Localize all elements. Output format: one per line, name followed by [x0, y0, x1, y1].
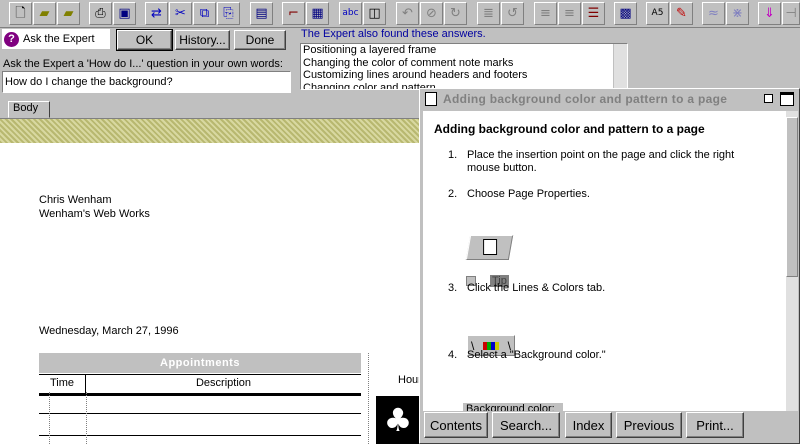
panel-scrollbar[interactable] [786, 111, 798, 411]
background-color-image: Background color: [463, 403, 563, 411]
expert-help-panel: Adding background color and pattern to a… [419, 88, 800, 444]
copy-icon[interactable]: ⧉ [193, 2, 216, 25]
ok-button[interactable]: OK [116, 29, 173, 51]
abc-spellcheck-icon[interactable]: abc [339, 2, 362, 25]
also-found-label: The Expert also found these answers. [301, 28, 486, 40]
step-text: Choose Page Properties. [467, 188, 590, 200]
scrollbar-thumb[interactable] [786, 117, 798, 277]
list-icon[interactable]: ☰ [582, 2, 605, 25]
ask-expert-title: Ask the Expert [23, 33, 95, 45]
step-text: Select a "Background color." [467, 349, 606, 361]
ask-expert-label: ? Ask the Expert [2, 29, 110, 49]
panel-title-bar[interactable]: Adding background color and pattern to a… [420, 89, 799, 109]
table-rule [39, 393, 361, 396]
answers-list: Positioning a layered frame Changing the… [300, 43, 628, 90]
description-column-header: Description [195, 377, 252, 389]
previous-button[interactable]: Previous [616, 412, 682, 438]
help-heading: Adding background color and pattern to a… [434, 122, 705, 136]
question-mark-icon: ? [4, 31, 19, 47]
question-input[interactable]: How do I change the background? [2, 71, 291, 93]
undo-bold-icon[interactable]: ↶ [396, 2, 419, 25]
grid-line [368, 353, 369, 444]
ask-prompt: Ask the Expert a 'How do I...' question … [3, 58, 283, 70]
open-folder-icon[interactable]: ▰ [33, 2, 56, 25]
time-column-header: Time [39, 375, 86, 393]
image-icon[interactable]: ▩ [614, 2, 637, 25]
page-icon [483, 239, 498, 255]
answer-item[interactable]: Changing the color of comment note marks [301, 57, 627, 70]
grid-icon[interactable]: ⋇ [726, 2, 749, 25]
arrow-down-icon[interactable]: ⇓ [758, 2, 781, 25]
index-button[interactable]: Index [565, 412, 612, 438]
pin-icon[interactable]: ⊣ [782, 2, 800, 25]
arrows-icon[interactable]: ⇄ [145, 2, 168, 25]
grid-line [86, 392, 87, 444]
table-header-row: Time Description [39, 374, 361, 393]
author-name: Chris Wenham [39, 194, 112, 206]
align-left-icon[interactable]: ≣ [477, 2, 500, 25]
step-number: 2. [448, 188, 458, 200]
answers-scrollbar[interactable] [613, 44, 627, 89]
find-replace-icon[interactable]: ↻ [444, 2, 467, 25]
page-properties-icon [465, 235, 514, 260]
search-button[interactable]: Search... [492, 412, 560, 438]
numbered-icon[interactable]: ≡ [558, 2, 581, 25]
new-document-icon[interactable]: 🗋 [9, 2, 32, 25]
header-band [0, 119, 420, 143]
history-button[interactable]: History... [175, 30, 230, 50]
document-icon [425, 92, 437, 106]
line-style-icon[interactable]: ≈ [702, 2, 725, 25]
scissors-icon[interactable]: ✂ [169, 2, 192, 25]
maximize-icon[interactable] [780, 92, 794, 106]
brush-icon[interactable]: ⌐ [282, 2, 305, 25]
step-text: Place the insertion point on the page an… [467, 149, 735, 174]
appointments-title: Appointments [39, 353, 361, 373]
answer-item[interactable]: Customizing lines around headers and foo… [301, 69, 627, 82]
company-name: Wenham's Web Works [39, 208, 150, 220]
print-icon[interactable]: ⎙ [89, 2, 112, 25]
table-row[interactable] [39, 413, 361, 414]
properties-icon[interactable]: ◫ [363, 2, 386, 25]
step-number: 1. [448, 149, 458, 161]
text-format-icon[interactable]: ▤ [250, 2, 273, 25]
tab-body[interactable]: Body [8, 101, 50, 118]
minimize-icon[interactable] [764, 94, 773, 103]
contents-button[interactable]: Contents [424, 412, 488, 438]
table-icon[interactable]: ▦ [306, 2, 329, 25]
table-row[interactable] [39, 435, 361, 436]
panel-title: Adding background color and pattern to a… [443, 92, 728, 106]
save-icon[interactable]: ▣ [113, 2, 136, 25]
print-button[interactable]: Print... [686, 412, 744, 438]
rotate-icon[interactable]: ↺ [501, 2, 524, 25]
done-button[interactable]: Done [234, 30, 286, 50]
appointments-table[interactable]: Appointments Time Description [39, 353, 361, 444]
step-number: 4. [448, 349, 458, 361]
step-number: 3. [448, 282, 458, 294]
edit-pen-icon[interactable]: ✎ [670, 2, 693, 25]
club-logo: ♣ [376, 396, 420, 444]
help-content: Adding background color and pattern to a… [423, 111, 786, 411]
text-effects-icon[interactable]: A5 [646, 2, 669, 25]
step-text: Click the Lines & Colors tab. [467, 282, 606, 294]
tab-strip [0, 97, 420, 117]
club-icon: ♣ [383, 401, 413, 439]
answer-item[interactable]: Positioning a layered frame [301, 44, 627, 57]
main-toolbar: 🗋 ▰ ▰ ⎙ ▣ ⇄ ✂ ⧉ ⎘ ▤ ⌐ ▦ abc ◫ ↶ ⊘ ↻ ≣ ↺ … [0, 0, 800, 28]
grid-line [49, 392, 50, 444]
paste-icon[interactable]: ⎘ [217, 2, 240, 25]
bullet-icon[interactable]: ≡ [534, 2, 557, 25]
open-folder-alt-icon[interactable]: ▰ [57, 2, 80, 25]
spell-icon[interactable]: ⊘ [420, 2, 443, 25]
date-line: Wednesday, March 27, 1996 [39, 325, 179, 337]
